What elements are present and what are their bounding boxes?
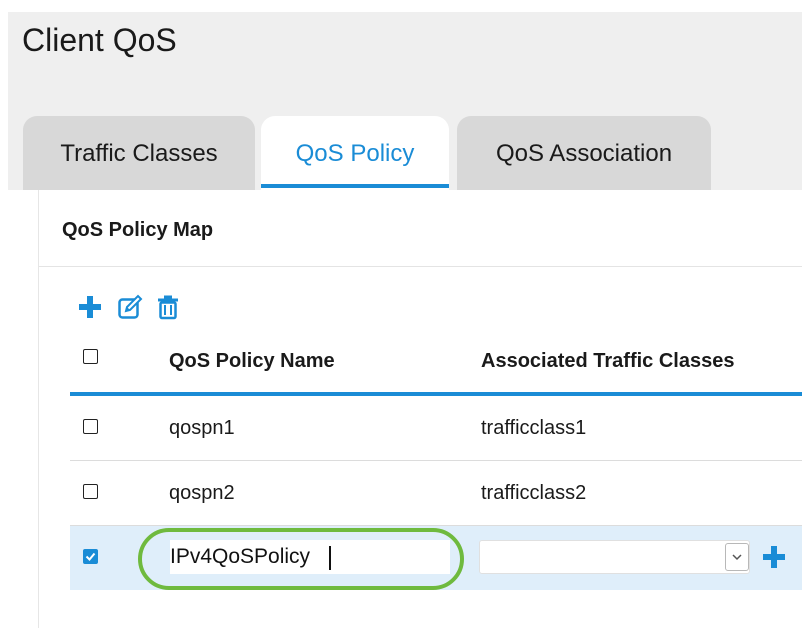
chevron-down-icon: [732, 554, 742, 561]
tab-traffic-classes[interactable]: Traffic Classes: [23, 116, 255, 190]
qos-policy-table: QoS Policy Name Associated Traffic Class…: [70, 330, 802, 590]
active-tab-indicator: [261, 184, 449, 188]
table-row[interactable]: qospn2 trafficclass2: [70, 461, 802, 526]
edit-icon: [118, 294, 143, 319]
checkmark-icon: [84, 550, 97, 563]
panel-title: QoS Policy Map: [62, 219, 214, 241]
trash-icon: [158, 295, 178, 320]
traffic-classes-cell: trafficclass2: [481, 482, 587, 504]
traffic-class-dropdown[interactable]: [479, 540, 750, 574]
table-row[interactable]: qospn1 trafficclass1: [70, 396, 802, 461]
text-cursor: [329, 546, 331, 570]
tab-qos-association[interactable]: QoS Association: [457, 116, 711, 190]
column-header-policy-name[interactable]: QoS Policy Name: [169, 330, 335, 392]
add-traffic-class-button[interactable]: [762, 545, 786, 569]
dropdown-toggle[interactable]: [725, 543, 749, 571]
row-checkbox-checked[interactable]: [83, 549, 98, 564]
tab-label: QoS Association: [495, 140, 673, 167]
policy-name-input[interactable]: [170, 540, 450, 574]
plus-icon: [763, 546, 785, 568]
tab-label: QoS Policy: [295, 140, 415, 167]
traffic-classes-cell: trafficclass1: [481, 417, 587, 439]
delete-button[interactable]: [155, 294, 181, 320]
edit-button[interactable]: [117, 294, 143, 320]
qos-policy-panel: QoS Policy Map QoS Policy Name Associate…: [38, 190, 802, 628]
policy-name-cell: qospn1: [169, 417, 235, 439]
row-checkbox[interactable]: [83, 484, 98, 499]
tab-bar: Traffic Classes QoS Policy QoS Associati…: [8, 100, 802, 190]
column-header-traffic-classes[interactable]: Associated Traffic Classes: [481, 330, 734, 392]
new-policy-row: [70, 526, 802, 590]
divider: [39, 266, 802, 267]
title-bar: Client QoS: [8, 12, 802, 100]
select-all-checkbox[interactable]: [83, 349, 98, 364]
add-button[interactable]: [77, 294, 103, 320]
tab-label: Traffic Classes: [60, 140, 218, 167]
table-header-row: QoS Policy Name Associated Traffic Class…: [70, 330, 802, 396]
row-checkbox[interactable]: [83, 419, 98, 434]
policy-name-cell: qospn2: [169, 482, 235, 504]
plus-icon: [79, 296, 101, 318]
tab-qos-policy[interactable]: QoS Policy: [261, 116, 449, 190]
page-title: Client QoS: [22, 22, 177, 58]
